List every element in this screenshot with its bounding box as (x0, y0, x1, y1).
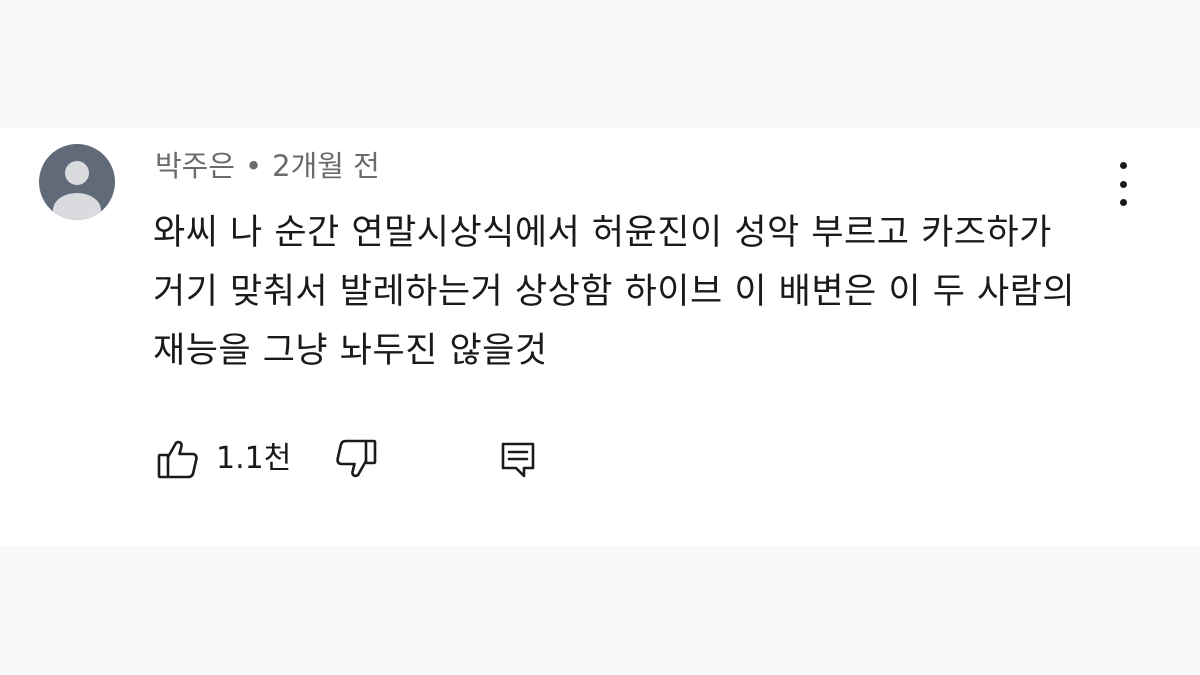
avatar[interactable] (39, 144, 115, 220)
comment-meta: 박주은 • 2개월 전 (155, 146, 380, 186)
like-button[interactable] (157, 438, 199, 480)
more-vertical-icon (1119, 162, 1127, 169)
reply-button[interactable] (498, 440, 538, 480)
thumbs-down-icon (336, 439, 377, 478)
like-count: 1.1천 (216, 441, 292, 476)
default-avatar-icon (53, 161, 101, 220)
author-name[interactable]: 박주은 (155, 149, 235, 183)
dislike-button[interactable] (333, 438, 377, 480)
comment-text: 와씨 나 순간 연말시상식에서 허윤진이 성악 부르고 카즈하가 거기 맞춰서 … (153, 213, 1076, 371)
more-options-button[interactable] (1108, 162, 1138, 206)
meta-separator: • (245, 149, 263, 183)
comment-card: 박주은 • 2개월 전 와씨 나 순간 연말시상식에서 허윤진이 성악 부르고 카즈… (0, 128, 1200, 546)
reply-comment-icon (501, 442, 535, 478)
comment-timestamp[interactable]: 2개월 전 (272, 149, 380, 183)
thumbs-up-icon (157, 440, 198, 479)
